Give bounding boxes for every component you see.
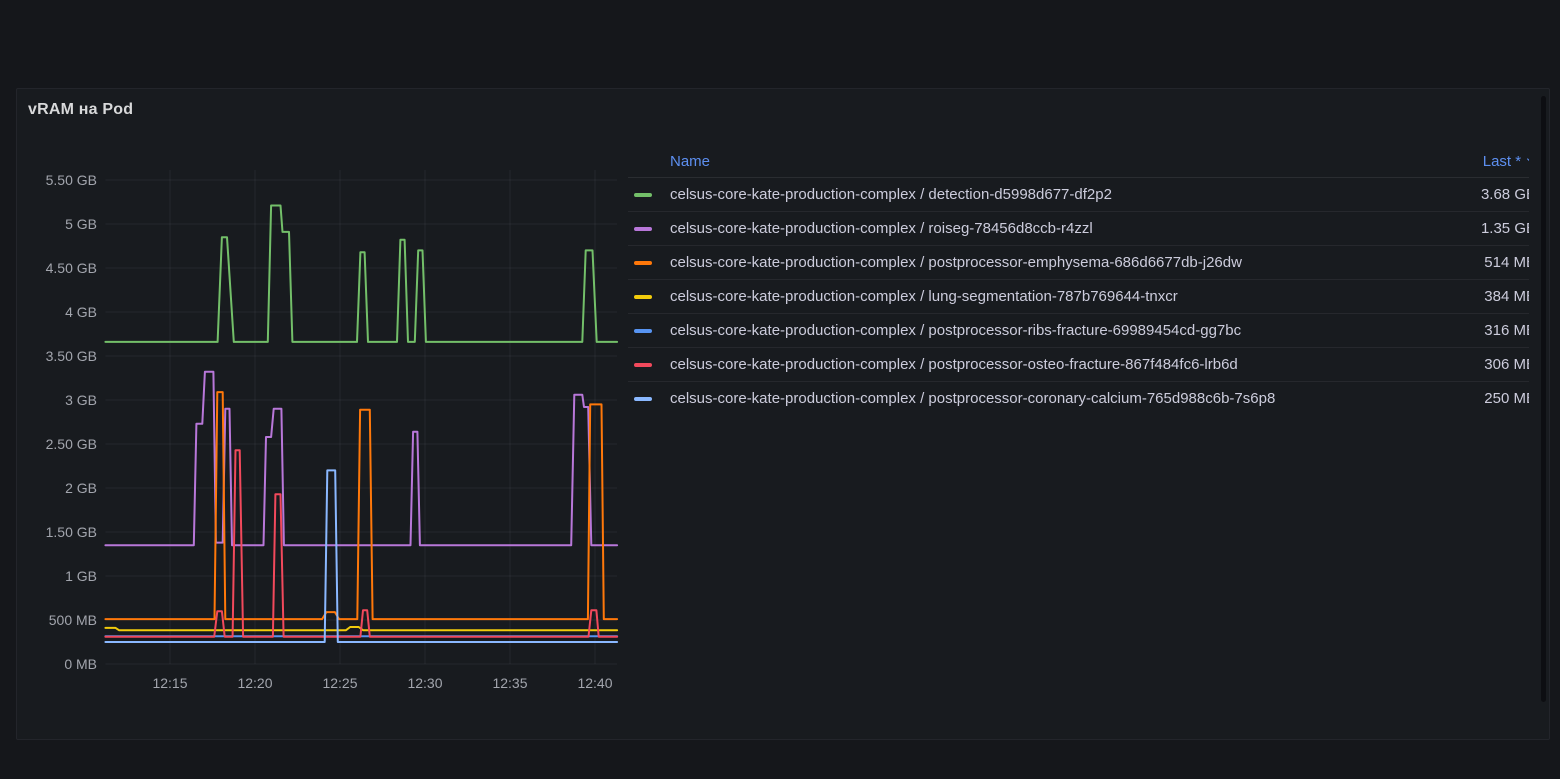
- legend-series-name: celsus-core-kate-production-complex / po…: [670, 322, 1241, 339]
- legend-row[interactable]: celsus-core-kate-production-complex / po…: [628, 314, 1529, 348]
- legend-last-value: 306 MB: [1472, 356, 1529, 373]
- panel-title[interactable]: vRAM на Pod: [28, 101, 133, 119]
- y-axis-tick-label: 2.50 GB: [46, 436, 97, 452]
- y-axis-tick-label: 2 GB: [65, 480, 97, 496]
- legend-series-name: celsus-core-kate-production-complex / po…: [670, 356, 1238, 373]
- legend-row[interactable]: celsus-core-kate-production-complex / po…: [628, 246, 1529, 280]
- y-axis-tick-label: 500 MB: [49, 612, 97, 628]
- y-axis-tick-label: 5 GB: [65, 216, 97, 232]
- y-axis-tick-label: 3 GB: [65, 392, 97, 408]
- legend-last-value: 3.68 GB: [1469, 186, 1529, 203]
- time-series-chart[interactable]: 5.50 GB 5 GB 4.50 GB 4 GB 3.50 GB 3 GB 2.50 GB…: [20, 160, 635, 705]
- series-color-swatch: [634, 193, 652, 197]
- series-color-swatch: [634, 261, 652, 265]
- y-axis-tick-label: 5.50 GB: [46, 172, 97, 188]
- legend-column-last-label: Last *: [1483, 153, 1521, 170]
- series-line-0: [105, 206, 617, 342]
- legend-series-name: celsus-core-kate-production-complex / po…: [670, 254, 1242, 271]
- legend-series-name: celsus-core-kate-production-complex / de…: [670, 186, 1112, 203]
- legend-rows: celsus-core-kate-production-complex / de…: [628, 178, 1529, 412]
- legend-row[interactable]: celsus-core-kate-production-complex / lu…: [628, 280, 1529, 314]
- y-axis-tick-label: 0 MB: [64, 656, 97, 672]
- legend-series-name: celsus-core-kate-production-complex / ro…: [670, 220, 1093, 237]
- y-axis-tick-label: 1.50 GB: [46, 524, 97, 540]
- legend-row[interactable]: celsus-core-kate-production-complex / po…: [628, 382, 1529, 412]
- series-line-1: [105, 372, 617, 545]
- dashboard-background: { "panel": { "title": "vRAM на Pod" }, "…: [0, 0, 1560, 779]
- legend-series-name: celsus-core-kate-production-complex / po…: [670, 390, 1275, 407]
- legend-last-value: 1.35 GB: [1469, 220, 1529, 237]
- y-axis-tick-label: 1 GB: [65, 568, 97, 584]
- x-axis-tick-label: 12:20: [237, 675, 272, 691]
- legend-last-value: 384 MB: [1472, 288, 1529, 305]
- series-line-2: [105, 392, 617, 619]
- series-color-swatch: [634, 227, 652, 231]
- x-axis-tick-label: 12:35: [492, 675, 527, 691]
- series-line-6: [105, 470, 617, 642]
- y-axis-tick-label: 3.50 GB: [46, 348, 97, 364]
- x-axis-tick-label: 12:15: [152, 675, 187, 691]
- legend-last-value: 250 MB: [1472, 390, 1529, 407]
- scrollbar[interactable]: [1541, 96, 1546, 702]
- legend-last-value: 316 MB: [1472, 322, 1529, 339]
- legend-header: Name Last * ↘: [628, 146, 1529, 178]
- legend-table: Name Last * ↘ celsus-core-kate-productio…: [628, 146, 1529, 412]
- x-axis-tick-label: 12:40: [577, 675, 612, 691]
- y-axis-tick-label: 4 GB: [65, 304, 97, 320]
- sort-desc-icon: ↘: [1525, 155, 1529, 168]
- x-axis-tick-label: 12:30: [407, 675, 442, 691]
- series-color-swatch: [634, 397, 652, 401]
- legend-last-value: 514 MB: [1472, 254, 1529, 271]
- series-color-swatch: [634, 363, 652, 367]
- series-color-swatch: [634, 295, 652, 299]
- x-axis-tick-label: 12:25: [322, 675, 357, 691]
- legend-row[interactable]: celsus-core-kate-production-complex / ro…: [628, 212, 1529, 246]
- legend-row[interactable]: celsus-core-kate-production-complex / po…: [628, 348, 1529, 382]
- y-axis-tick-label: 4.50 GB: [46, 260, 97, 276]
- legend-row[interactable]: celsus-core-kate-production-complex / de…: [628, 178, 1529, 212]
- legend-column-last[interactable]: Last * ↘: [1483, 153, 1529, 170]
- series-line-5: [105, 450, 617, 637]
- legend-series-name: celsus-core-kate-production-complex / lu…: [670, 288, 1178, 305]
- series-color-swatch: [634, 329, 652, 333]
- legend-column-name[interactable]: Name: [670, 153, 710, 170]
